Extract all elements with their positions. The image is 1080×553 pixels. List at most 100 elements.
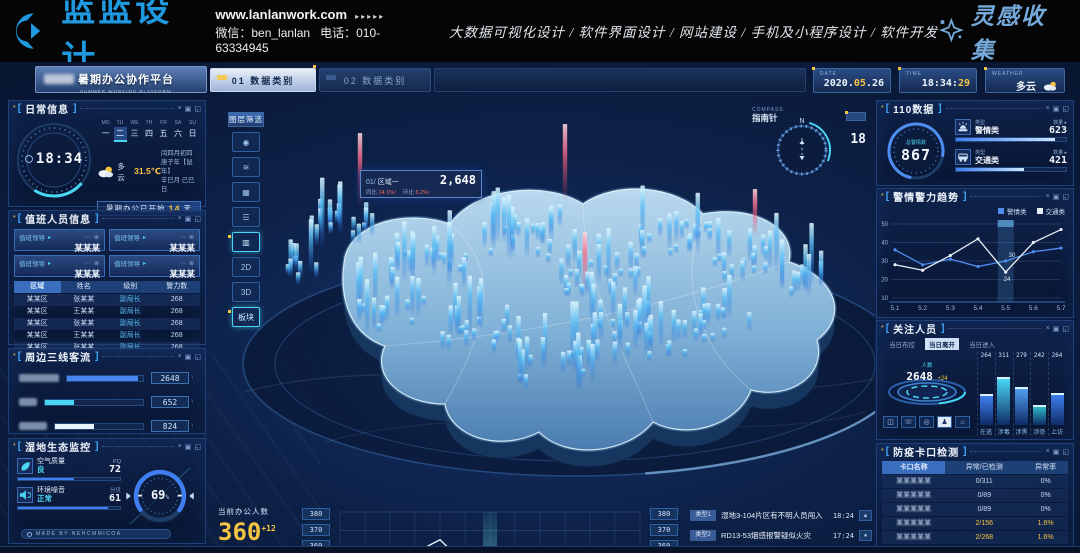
focus-tab[interactable]: 当日离开 xyxy=(925,338,959,350)
weekday-cell[interactable]: SU日 xyxy=(186,120,199,142)
table-row: 某某区王某某副局长268 xyxy=(14,306,200,318)
dashboard: 暑期办公协作平台 SUMMER WORKING PLATFORM 01 数据类别… xyxy=(0,62,1080,553)
table-cell: 张某某 xyxy=(61,318,108,330)
panel-duty-staff: *[值班人员信息]×▣◱ 值班领导▸⋯ ⊗某某某值班领导▸⋯ ⊗某某某值班领导▸… xyxy=(8,210,206,345)
eco-bar-track xyxy=(17,506,121,510)
gauge-delta: +24 xyxy=(937,376,947,382)
vehicle-icon[interactable]: ⌂ xyxy=(955,416,970,428)
window-icon[interactable]: ▣ xyxy=(1053,105,1060,113)
mode-3d[interactable]: 3D xyxy=(232,282,260,302)
close-icon[interactable]: × xyxy=(178,443,182,451)
window-icon[interactable]: ▣ xyxy=(185,443,192,451)
compass-dial[interactable]: N xyxy=(768,114,836,182)
y-axis-plate: 370 xyxy=(650,524,678,536)
window-icon[interactable]: ▣ xyxy=(1053,448,1060,456)
tooltip-value: 2,648 xyxy=(440,173,476,187)
tab-data-category-2[interactable]: 02 数据类别 xyxy=(319,68,431,92)
window-icon[interactable]: ▣ xyxy=(185,215,192,223)
close-icon[interactable]: × xyxy=(178,353,182,361)
window-icon[interactable]: ▣ xyxy=(1053,325,1060,333)
weekday-cn: 三 xyxy=(128,127,141,140)
expand-icon[interactable]: ◱ xyxy=(194,443,201,451)
duty-leader-card[interactable]: 值班领导▸⋯ ⊗某某某 xyxy=(14,255,105,277)
focus-tab[interactable]: 当日布控 xyxy=(885,338,919,350)
close-icon[interactable]: × xyxy=(1046,325,1050,333)
zoom-plate[interactable] xyxy=(846,112,866,121)
close-icon[interactable]: × xyxy=(178,215,182,223)
weekday-cell[interactable]: TU二 xyxy=(114,120,127,142)
alarm-bar-track xyxy=(955,167,1067,172)
office-delta: +12 xyxy=(261,524,275,533)
tab-data-category-1[interactable]: 01 数据类别 xyxy=(210,68,316,92)
weekday-cn: 四 xyxy=(143,127,156,140)
camera-icon[interactable]: ◫ xyxy=(883,416,898,428)
window-icon[interactable]: ▣ xyxy=(185,105,192,113)
expand-icon[interactable]: ◱ xyxy=(194,215,201,223)
radar-icon[interactable]: ≋ xyxy=(232,157,260,177)
duty-leader-card[interactable]: 值班领导▸⋯ ⊗某某某 xyxy=(14,229,105,251)
checkpoint-name: 某某某某某 xyxy=(882,503,945,516)
weekday-cell[interactable]: MO一 xyxy=(99,120,112,142)
list-icon[interactable]: ☰ xyxy=(232,207,260,227)
gauge-label: 人数 xyxy=(921,363,932,369)
expand-icon[interactable]: ◱ xyxy=(1062,448,1069,456)
table-row: 某某区张某某副局长268 xyxy=(14,318,200,330)
scroll-up-icon[interactable]: ▲ xyxy=(859,510,872,521)
weekday-cell[interactable]: WE三 xyxy=(128,120,141,142)
table-cell: 某某区 xyxy=(14,330,61,342)
weekday-cell[interactable]: TH四 xyxy=(143,120,156,142)
flow-row: 824⌇ xyxy=(9,414,205,438)
weekday-cell[interactable]: SA六 xyxy=(172,120,185,142)
mode-2d[interactable]: 2D xyxy=(232,257,260,277)
humidity-gauge: ‑ 69% ‑ xyxy=(121,458,199,534)
table-cell: 副局长 xyxy=(107,306,154,318)
focus-bar-chart: 264在逃311涉毒279涉黑242涉恐264上访 xyxy=(973,352,1069,436)
pin-icon[interactable]: ◉ xyxy=(232,132,260,152)
topbar-spacer xyxy=(434,68,806,92)
focus-bar: 242涉恐 xyxy=(1030,352,1047,436)
flow-label-redacted xyxy=(19,398,37,406)
scroll-dot-icon[interactable]: ● xyxy=(859,530,872,541)
date-plate: DATE 2020.05.26 xyxy=(813,68,891,93)
checkpoint-name: 某某某某某 xyxy=(882,517,945,530)
table-cell: 268 xyxy=(154,306,201,318)
table-cell: 268 xyxy=(154,330,201,342)
expand-icon[interactable]: ◱ xyxy=(1062,325,1069,333)
close-icon[interactable]: × xyxy=(1046,105,1050,113)
flow-bar-track xyxy=(44,399,144,406)
expand-icon[interactable]: ◱ xyxy=(1062,193,1069,201)
close-icon[interactable]: × xyxy=(1046,193,1050,201)
close-icon[interactable]: × xyxy=(178,105,182,113)
window-icon[interactable]: ▣ xyxy=(185,353,192,361)
screenshot-root: 蓝蓝设计 www.lanlanwork.com▸▸▸▸▸ 微信：ben_lanl… xyxy=(0,0,1080,553)
phone-icon[interactable]: ☏ xyxy=(901,416,916,428)
inspiration-collect[interactable]: 灵感收集 xyxy=(938,0,1060,65)
table-row: 某某某某某2/2681.6% xyxy=(882,531,1068,544)
table-header-cell: 异常/已检测 xyxy=(945,461,1023,474)
duty-leader-card[interactable]: 值班领导▸⋯ ⊗某某某 xyxy=(109,255,200,277)
bars-icon[interactable]: ▥ xyxy=(232,232,260,252)
panel-title: 关注人员 xyxy=(893,321,937,336)
alert-time: 18:24 xyxy=(833,512,854,520)
target-icon[interactable]: ◎ xyxy=(919,416,934,428)
table-cell: 副局长 xyxy=(107,294,154,306)
y-axis-plate: 380 xyxy=(650,508,678,520)
duty-leader-card[interactable]: 值班领导▸⋯ ⊗某某某 xyxy=(109,229,200,251)
alarm-bar-track xyxy=(955,137,1067,142)
focus-tab[interactable]: 当日进入 xyxy=(965,338,999,350)
grid-icon[interactable]: ▦ xyxy=(232,182,260,202)
expand-icon[interactable]: ◱ xyxy=(194,353,201,361)
weekday-en: TH xyxy=(143,120,156,126)
weekday-en: WE xyxy=(128,120,141,126)
close-icon[interactable]: × xyxy=(1046,448,1050,456)
eco-metric: 环境噪音正常分贝61 xyxy=(17,487,121,510)
expand-icon[interactable]: ◱ xyxy=(194,105,201,113)
person-icon[interactable]: ♟ xyxy=(937,416,952,428)
trend-legend: 警情类交通类 xyxy=(877,204,1073,216)
cloud-sun-icon xyxy=(97,165,114,179)
expand-icon[interactable]: ◱ xyxy=(1062,105,1069,113)
weekday-cell[interactable]: FR五 xyxy=(157,120,170,142)
website-link[interactable]: www.lanlanwork.com xyxy=(215,7,347,22)
mode-block[interactable]: 板块 xyxy=(232,307,260,327)
window-icon[interactable]: ▣ xyxy=(1053,193,1060,201)
